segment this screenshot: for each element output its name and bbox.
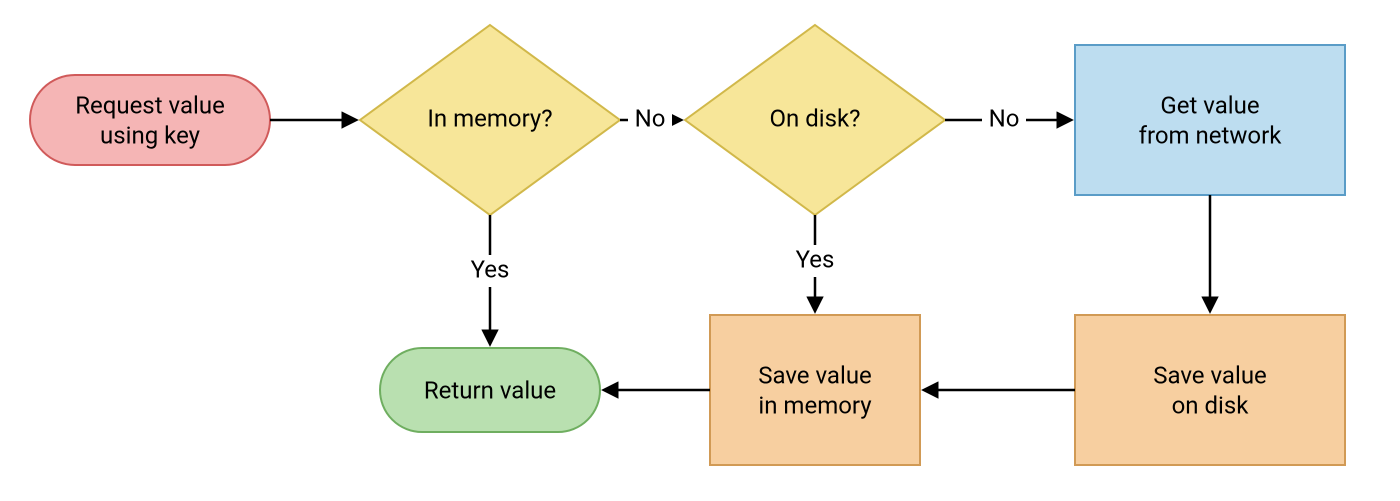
edge-memory-no-label2: No — [635, 104, 666, 132]
node-on-disk: On disk? — [685, 25, 945, 215]
node-save-disk-line1: Save value — [1153, 361, 1267, 389]
flowchart: Request value using key In memory? On di… — [0, 0, 1400, 501]
node-return-value: Return value — [380, 348, 600, 432]
node-save-memory-line1: Save value — [758, 361, 872, 389]
node-get-network: Get value from network — [1075, 45, 1345, 195]
node-get-network-line2: from network — [1139, 121, 1283, 149]
node-save-disk: Save value on disk — [1075, 315, 1345, 465]
node-request-value: Request value using key — [30, 75, 270, 165]
node-request-value-line1: Request value — [75, 91, 225, 119]
node-on-disk-label: On disk? — [770, 104, 861, 132]
edge-disk-no-label: No — [989, 104, 1020, 132]
node-get-network-line1: Get value — [1160, 91, 1259, 119]
edge-memory-yes-label: Yes — [471, 255, 510, 283]
node-in-memory-label: In memory? — [427, 104, 552, 132]
node-return-value-label: Return value — [424, 376, 556, 404]
node-request-value-line2: using key — [100, 121, 201, 149]
node-save-disk-line2: on disk — [1172, 391, 1250, 419]
edge-disk-yes-label: Yes — [796, 245, 835, 273]
node-in-memory: In memory? — [360, 25, 620, 215]
node-save-memory: Save value in memory — [710, 315, 920, 465]
node-save-memory-line2: in memory — [758, 391, 872, 419]
